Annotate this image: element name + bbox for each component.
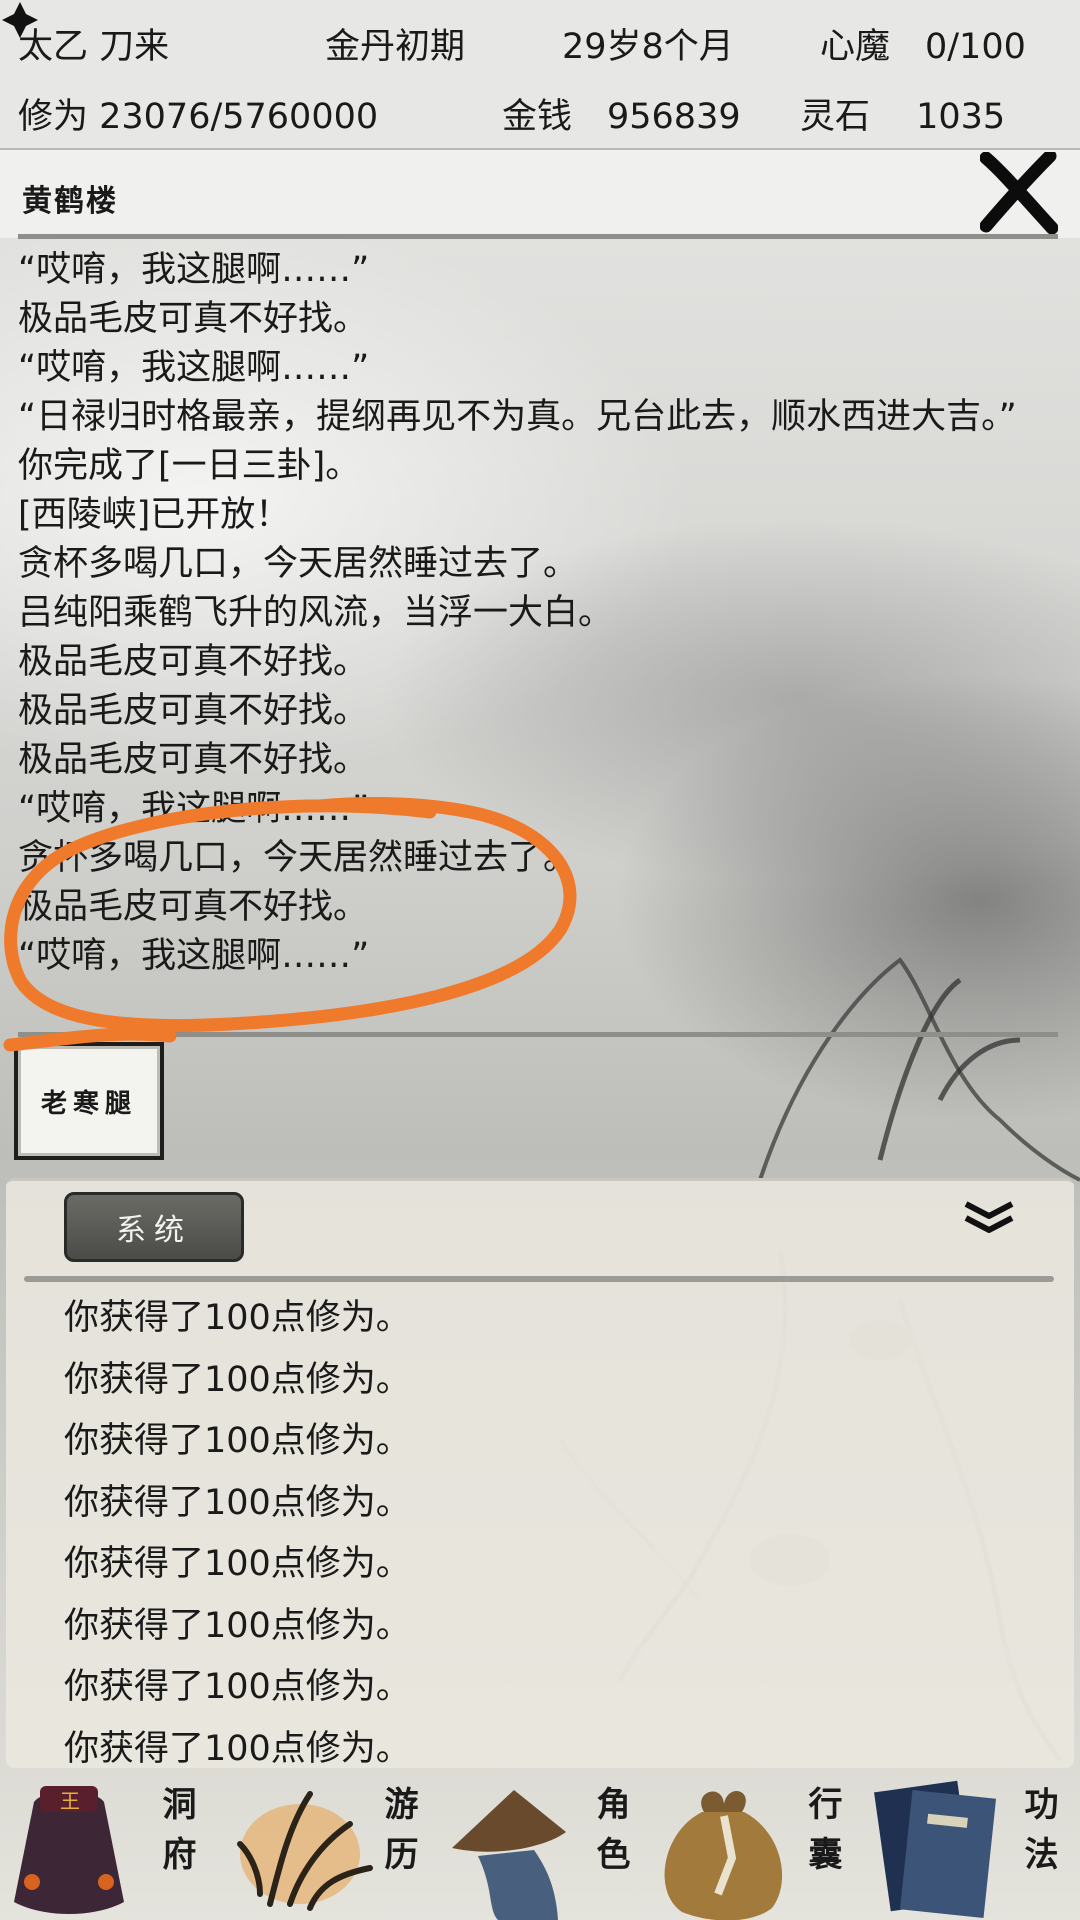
- story-line: 贪杯多喝几口，今天居然睡过去了。: [18, 838, 579, 878]
- player-name: 太乙 刀来: [18, 27, 170, 67]
- nav-character[interactable]: 角色: [432, 1776, 648, 1920]
- cultivation-realm: 金丹初期: [325, 27, 466, 67]
- system-log-line: 你获得了100点修为。: [64, 1298, 411, 1338]
- system-log: 你获得了100点修为。 你获得了100点修为。 你获得了100点修为。 你获得了…: [64, 1288, 411, 1780]
- system-log-line: 你获得了100点修为。: [64, 1359, 411, 1400]
- bottom-navigation: 王 洞府 游历 角色 行囊 功法: [0, 1776, 1080, 1920]
- inner-demon-value: 心魔 0/100: [820, 27, 1026, 67]
- cloth-bag-icon: [664, 1790, 783, 1920]
- story-line: 极品毛皮可真不好找。: [18, 740, 369, 780]
- header-divider: [18, 234, 1058, 239]
- story-line: 你完成了[一日三卦]。: [18, 446, 361, 486]
- money-value: 金钱 956839: [502, 97, 741, 137]
- story-line: “哎唷，我这腿啊……”: [18, 936, 370, 976]
- story-line: 极品毛皮可真不好找。: [18, 642, 369, 682]
- story-line: “哎唷，我这腿啊……”: [18, 789, 370, 829]
- nav-travel[interactable]: 游历: [216, 1776, 432, 1920]
- story-line: 极品毛皮可真不好找。: [18, 299, 369, 339]
- nav-label-bag: 行囊: [802, 1786, 842, 1886]
- svg-text:王: 王: [60, 1789, 80, 1813]
- story-line: 吕纯阳乘鹤飞升的风流，当浮一大白。: [18, 593, 614, 633]
- story-line: 极品毛皮可真不好找。: [18, 691, 369, 731]
- story-divider: [18, 1032, 1058, 1037]
- player-age: 29岁8个月: [562, 27, 734, 67]
- npc-card-old-cold-leg[interactable]: 老寒腿: [14, 1042, 164, 1160]
- system-log-line: 你获得了100点修为。: [64, 1482, 411, 1523]
- system-divider: [24, 1276, 1054, 1282]
- story-line: [西陵峡]已开放！: [18, 495, 291, 535]
- story-line: 极品毛皮可真不好找。: [18, 887, 369, 927]
- nav-label-travel: 游历: [378, 1786, 418, 1886]
- system-log-line: 你获得了100点修为。: [64, 1544, 411, 1584]
- nav-cave-dwelling[interactable]: 王 洞府: [0, 1776, 216, 1920]
- location-header: 黄鹤楼: [0, 150, 1080, 238]
- system-log-line: 你获得了100点修为。: [64, 1667, 411, 1707]
- system-log-line: 你获得了100点修为。: [64, 1421, 411, 1461]
- travel-grass-icon: [237, 1791, 373, 1911]
- double-chevron-down-icon[interactable]: [962, 1198, 1016, 1238]
- tab-system[interactable]: 系统: [64, 1192, 244, 1262]
- system-log-line: 你获得了100点修为。: [64, 1728, 411, 1769]
- scripture-books-icon: [874, 1780, 997, 1919]
- system-log-line: 你获得了100点修为。: [64, 1605, 411, 1646]
- story-line: “哎唷，我这腿啊……”: [18, 348, 370, 388]
- spirit-stone-value: 灵石 1035: [800, 97, 1006, 137]
- player-status-bar: 太乙 刀来 金丹初期 29岁8个月 心魔 0/100 修为 23076/5760…: [0, 0, 1080, 150]
- straw-hat-character-icon: [452, 1790, 566, 1920]
- story-line: “哎唷，我这腿啊……”: [18, 250, 370, 290]
- nav-skills[interactable]: 功法: [864, 1776, 1080, 1920]
- nav-label-cave: 洞府: [156, 1786, 196, 1886]
- location-title: 黄鹤楼: [22, 184, 118, 219]
- story-line: “日禄归时格最亲，提纲再见不为真。兄台此去，顺水西进大吉。”: [18, 397, 1017, 437]
- story-line: 贪杯多喝几口，今天居然睡过去了。: [18, 544, 579, 584]
- cave-banner-icon: 王: [14, 1786, 124, 1914]
- nav-bag[interactable]: 行囊: [648, 1776, 864, 1920]
- story-log: “哎唷，我这腿啊……” 极品毛皮可真不好找。 “哎唷，我这腿啊……” “日禄归时…: [18, 246, 1058, 981]
- cultivation-progress: 修为 23076/5760000: [18, 97, 379, 137]
- nav-label-character: 角色: [590, 1786, 630, 1886]
- nav-label-skills: 功法: [1018, 1786, 1058, 1886]
- close-x-icon[interactable]: [980, 152, 1058, 234]
